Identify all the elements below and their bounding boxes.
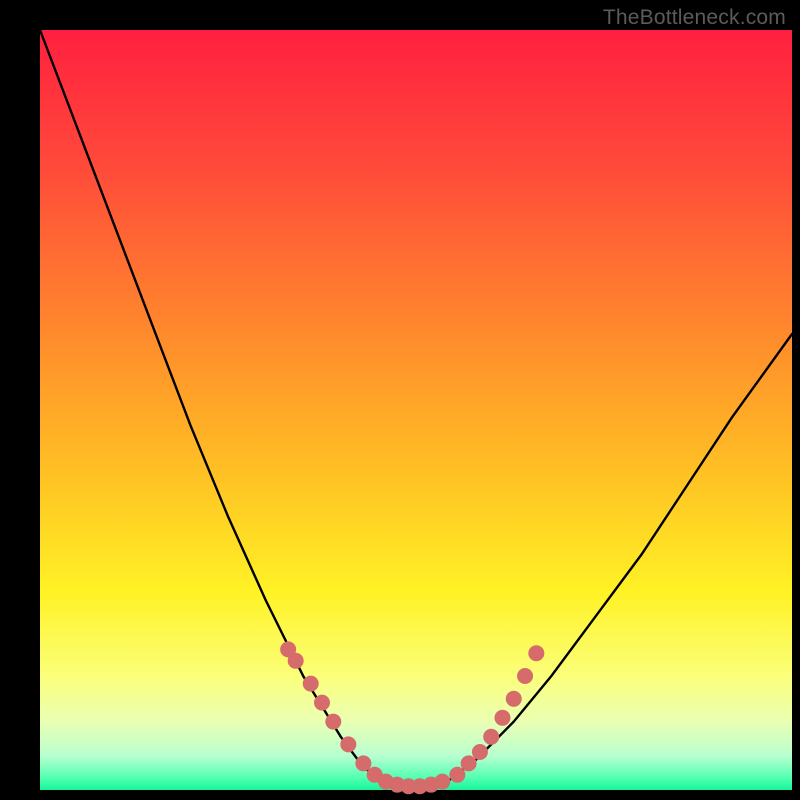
dot-dots-right (506, 691, 522, 707)
dot-dots-left (340, 736, 356, 752)
dot-dots-right (483, 729, 499, 745)
dot-dots-right (472, 744, 488, 760)
dot-dots-left (325, 714, 341, 730)
dot-dots-right (449, 767, 465, 783)
dot-dots-floor (434, 774, 450, 790)
dot-dots-left (314, 695, 330, 711)
plot-background (40, 30, 792, 790)
watermark-text: TheBottleneck.com (603, 6, 786, 30)
dot-dots-right (461, 755, 477, 771)
dot-dots-left (303, 676, 319, 692)
dot-dots-right (494, 710, 510, 726)
dot-dots-left (288, 653, 304, 669)
dot-dots-right (517, 668, 533, 684)
bottleneck-chart (0, 0, 800, 800)
dot-dots-right (528, 645, 544, 661)
dot-dots-left (355, 755, 371, 771)
